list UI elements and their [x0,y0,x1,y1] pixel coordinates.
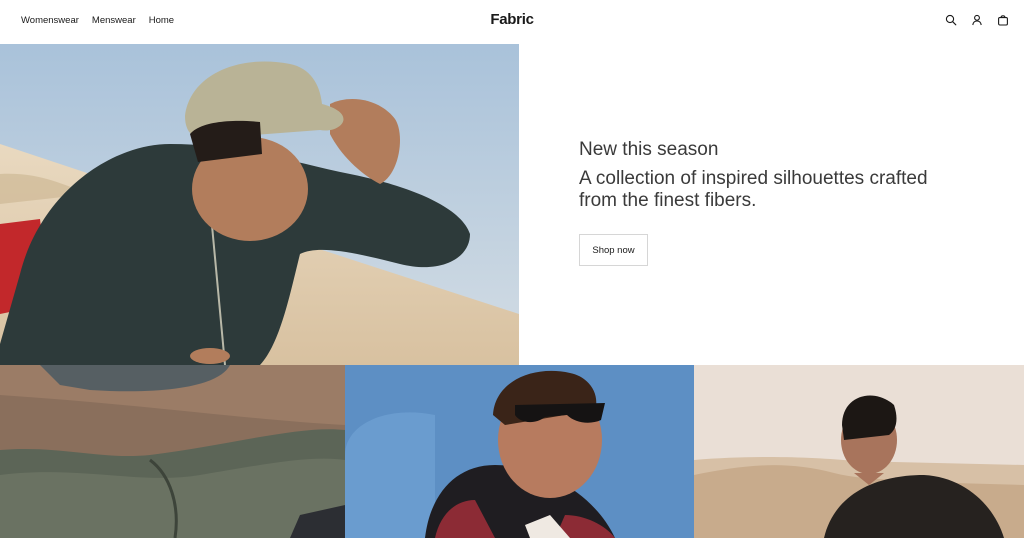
brand-logo[interactable]: Fabric [490,11,534,28]
brand-logo-wrap: Fabric [0,11,1024,28]
hero-eyebrow: New this season [579,139,719,160]
shop-now-button[interactable]: Shop now [579,234,648,266]
tile-photo-man-in-sunglasses [345,365,694,538]
hero-copy: New this season A collection of inspired… [519,44,1024,365]
product-tile-1[interactable] [0,365,345,538]
header-icons [945,14,1009,26]
hero-photo-man-in-cap [0,44,519,365]
hero-image [0,44,519,365]
site-header: Womenswear Menswear Home Fabric [0,0,1024,44]
bag-icon[interactable] [997,14,1009,26]
product-tile-2[interactable] [345,365,694,538]
product-tile-3[interactable] [694,365,1024,538]
tile-photo-woman-in-desert [694,365,1024,538]
search-icon[interactable] [945,14,957,26]
account-icon[interactable] [971,14,983,26]
hero-headline: A collection of inspired silhouettes cra… [579,168,928,211]
tile-photo-green-garment [0,365,345,538]
